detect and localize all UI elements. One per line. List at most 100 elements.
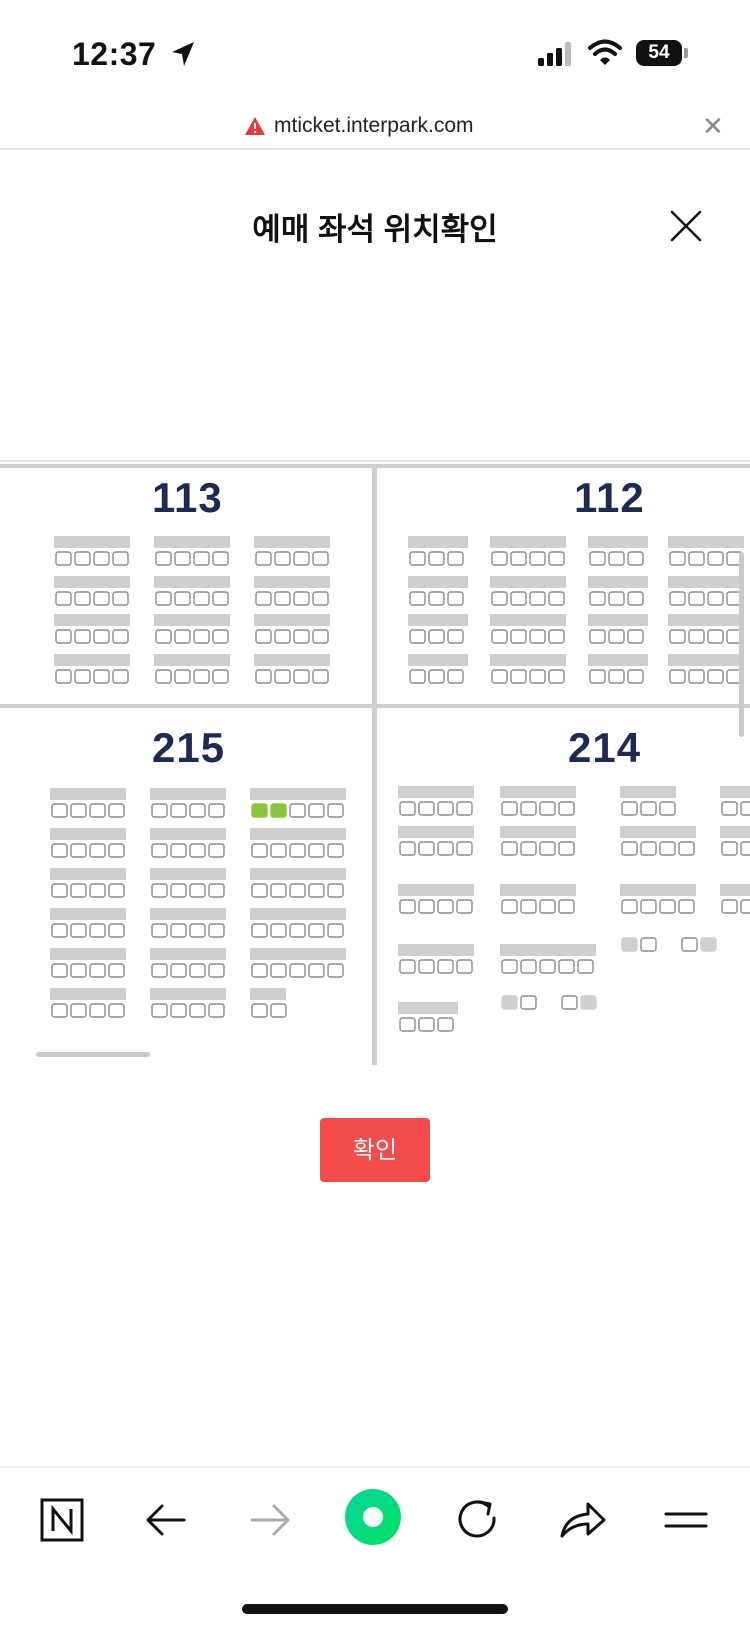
seat[interactable] <box>74 629 91 644</box>
seat[interactable] <box>491 591 508 606</box>
seat[interactable] <box>208 923 225 938</box>
seat[interactable] <box>437 1017 454 1032</box>
seat[interactable] <box>447 591 464 606</box>
url-text[interactable]: mticket.interpark.com <box>274 114 474 138</box>
seat[interactable] <box>189 843 206 858</box>
seat[interactable] <box>539 841 556 856</box>
seat[interactable] <box>270 923 287 938</box>
seat[interactable] <box>270 1003 287 1018</box>
seat[interactable] <box>108 843 125 858</box>
seat[interactable] <box>447 669 464 684</box>
seat[interactable] <box>621 801 638 816</box>
seat[interactable] <box>193 591 210 606</box>
seat[interactable] <box>270 803 287 818</box>
seat[interactable] <box>170 963 187 978</box>
seat[interactable] <box>327 923 344 938</box>
seat[interactable] <box>418 1017 435 1032</box>
seat[interactable] <box>93 551 110 566</box>
seat[interactable] <box>312 629 329 644</box>
seat[interactable] <box>170 923 187 938</box>
seat[interactable] <box>548 591 565 606</box>
seat[interactable] <box>428 669 445 684</box>
seat[interactable] <box>89 923 106 938</box>
seat[interactable] <box>510 629 527 644</box>
seat[interactable] <box>255 551 272 566</box>
seat[interactable] <box>437 959 454 974</box>
seat[interactable] <box>289 963 306 978</box>
seat[interactable] <box>428 551 445 566</box>
seat[interactable] <box>308 923 325 938</box>
seat[interactable] <box>740 841 750 856</box>
seat[interactable] <box>155 551 172 566</box>
seat[interactable] <box>51 963 68 978</box>
seat[interactable] <box>108 883 125 898</box>
seat[interactable] <box>108 923 125 938</box>
seat[interactable] <box>707 669 724 684</box>
seat[interactable] <box>437 801 454 816</box>
seat[interactable] <box>659 801 676 816</box>
seat[interactable] <box>55 669 72 684</box>
seat[interactable] <box>580 995 597 1010</box>
seat[interactable] <box>409 669 426 684</box>
seat[interactable] <box>89 803 106 818</box>
seat[interactable] <box>70 923 87 938</box>
seat[interactable] <box>151 923 168 938</box>
seat[interactable] <box>621 899 638 914</box>
seat[interactable] <box>70 803 87 818</box>
seat[interactable] <box>589 669 606 684</box>
seat[interactable] <box>621 937 638 952</box>
seat[interactable] <box>255 629 272 644</box>
seat[interactable] <box>327 963 344 978</box>
seat[interactable] <box>447 629 464 644</box>
seat[interactable] <box>456 841 473 856</box>
seat[interactable] <box>208 1003 225 1018</box>
seat[interactable] <box>74 551 91 566</box>
seat[interactable] <box>548 551 565 566</box>
seat[interactable] <box>174 669 191 684</box>
seat[interactable] <box>688 629 705 644</box>
seat[interactable] <box>558 841 575 856</box>
seat[interactable] <box>151 803 168 818</box>
seat[interactable] <box>289 843 306 858</box>
seat[interactable] <box>510 669 527 684</box>
close-icon[interactable] <box>670 210 702 242</box>
seat[interactable] <box>409 551 426 566</box>
seat[interactable] <box>308 883 325 898</box>
seat[interactable] <box>189 883 206 898</box>
seat[interactable] <box>251 963 268 978</box>
seat[interactable] <box>93 591 110 606</box>
menu-icon[interactable] <box>656 1490 716 1550</box>
seat[interactable] <box>418 801 435 816</box>
seat[interactable] <box>529 629 546 644</box>
seat[interactable] <box>93 629 110 644</box>
seat[interactable] <box>70 1003 87 1018</box>
seat[interactable] <box>589 551 606 566</box>
seat[interactable] <box>112 629 129 644</box>
seat[interactable] <box>170 803 187 818</box>
seat[interactable] <box>155 629 172 644</box>
seat[interactable] <box>51 883 68 898</box>
seat[interactable] <box>548 669 565 684</box>
confirm-button[interactable]: 확인 <box>320 1118 430 1182</box>
seat[interactable] <box>456 801 473 816</box>
seat[interactable] <box>491 669 508 684</box>
seat[interactable] <box>189 963 206 978</box>
seat[interactable] <box>608 669 625 684</box>
seat-map[interactable]: 113 112 215 214 <box>0 460 750 1065</box>
seat[interactable] <box>520 841 537 856</box>
seat[interactable] <box>151 843 168 858</box>
seat[interactable] <box>70 883 87 898</box>
seat[interactable] <box>510 591 527 606</box>
seat[interactable] <box>174 591 191 606</box>
seat[interactable] <box>170 843 187 858</box>
seat[interactable] <box>251 843 268 858</box>
share-icon[interactable] <box>552 1490 612 1550</box>
seat[interactable] <box>681 937 698 952</box>
seat[interactable] <box>589 629 606 644</box>
seat[interactable] <box>312 591 329 606</box>
seat[interactable] <box>418 959 435 974</box>
seat[interactable] <box>155 669 172 684</box>
seat[interactable] <box>293 669 310 684</box>
seat[interactable] <box>399 841 416 856</box>
seat[interactable] <box>270 963 287 978</box>
